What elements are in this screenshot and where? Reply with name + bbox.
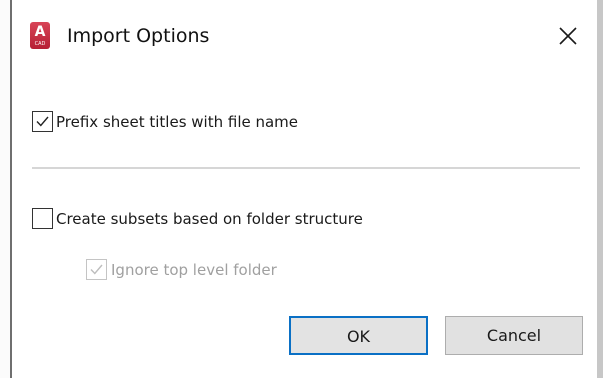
window-right-edge — [597, 0, 603, 378]
autocad-app-icon: A CAD — [30, 22, 50, 49]
import-options-dialog: A CAD Import Options Prefix sheet titles… — [0, 0, 603, 378]
checkmark-icon — [90, 264, 103, 275]
ignore-top-folder-label: Ignore top level folder — [111, 260, 277, 279]
close-icon — [559, 27, 577, 45]
close-button[interactable] — [556, 24, 580, 48]
prefix-titles-checkbox[interactable] — [32, 111, 53, 132]
cancel-button[interactable]: Cancel — [445, 316, 583, 355]
dialog-title: Import Options — [67, 25, 210, 47]
app-icon-letter: A — [34, 24, 46, 40]
prefix-titles-label: Prefix sheet titles with file name — [56, 112, 299, 131]
prefix-titles-option[interactable]: Prefix sheet titles with file name — [32, 111, 298, 132]
ok-button[interactable]: OK — [289, 316, 428, 355]
separator — [32, 167, 580, 169]
ignore-top-folder-checkbox — [86, 259, 107, 280]
checkmark-icon — [36, 116, 49, 127]
create-subsets-checkbox[interactable] — [32, 208, 53, 229]
create-subsets-option[interactable]: Create subsets based on folder structure — [32, 208, 363, 229]
create-subsets-label: Create subsets based on folder structure — [56, 209, 363, 228]
ignore-top-folder-option: Ignore top level folder — [86, 259, 277, 280]
app-icon-caption: CAD — [34, 41, 46, 47]
window-left-edge — [0, 0, 12, 378]
